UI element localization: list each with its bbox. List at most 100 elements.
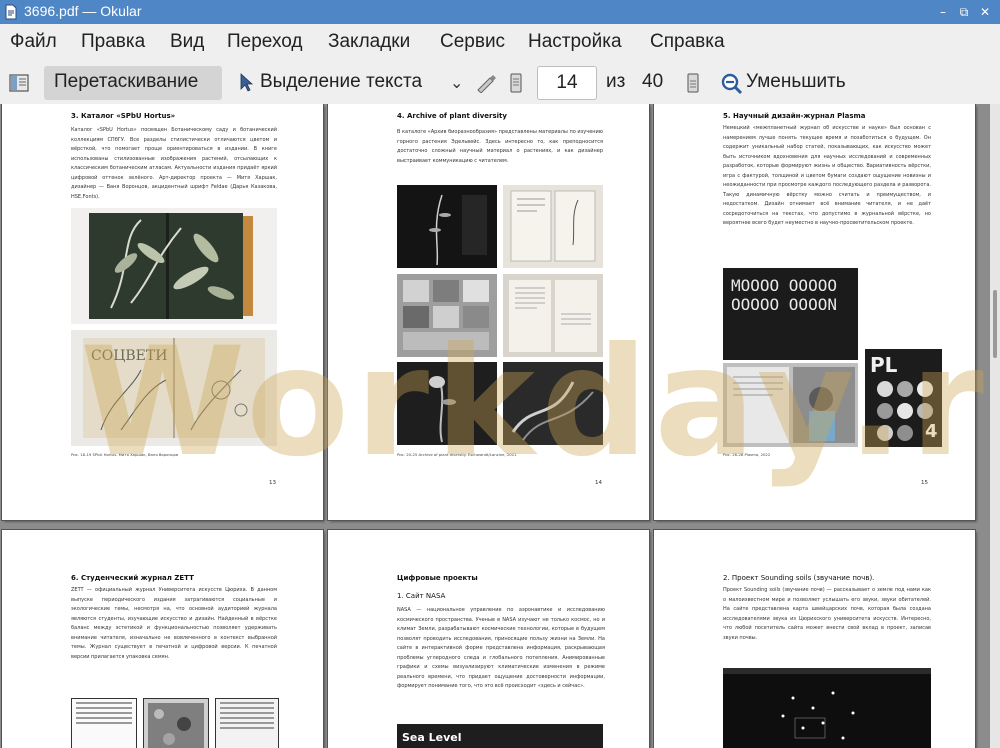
archive-image-2 [503, 185, 603, 268]
menu-bookmarks[interactable]: Закладки [328, 31, 410, 53]
annotate-button[interactable] [472, 66, 500, 100]
zett-image-2 [143, 698, 209, 748]
zoom-out-button[interactable]: Уменьшить [718, 66, 864, 100]
sidebar-icon [9, 74, 29, 92]
menu-settings[interactable]: Настройка [528, 31, 622, 53]
page-17: Цифровые проекты 1. Сайт NASA NASA — нац… [328, 530, 649, 748]
text-select-tool-button[interactable]: Выделение текста ⌄ [234, 66, 472, 100]
page-up-icon [510, 73, 522, 93]
scrollbar-thumb[interactable] [993, 290, 997, 358]
hortus-book-illustration [89, 213, 253, 319]
hortus-book-image-2: СОЦВЕТИ [71, 330, 277, 446]
minimize-icon[interactable]: – [934, 3, 952, 21]
text-line [76, 722, 132, 724]
text-line [220, 722, 274, 724]
svg-text:СОЦВЕТИ: СОЦВЕТИ [91, 348, 167, 364]
text-line [76, 717, 132, 719]
document-viewport[interactable]: 3. Каталог «SPbU Hortus» Каталог «SPbU H… [0, 104, 990, 748]
main-toolbar: Перетаскивание Выделение текста ⌄ 14 из … [0, 62, 1000, 105]
page-text: Каталог «SPbU Hortus» посвящен Ботаничес… [71, 127, 277, 200]
menu-bar: Файл Правка Вид Переход Закладки Сервис … [0, 24, 1000, 62]
text-line [220, 727, 274, 729]
text-line [220, 717, 274, 719]
zoom-out-icon [721, 73, 743, 95]
menu-file[interactable]: Файл [10, 31, 57, 53]
page-text: Немецкий «межпланетный журнал об искусст… [723, 125, 931, 226]
previous-page-button[interactable] [505, 66, 527, 100]
page-heading: 6. Студенческий журнал ZETT [71, 574, 194, 582]
page-number: 13 [269, 480, 276, 486]
figure-caption: Рис. 18-19 SPbU Hortus. Митя Харшак, Ван… [71, 452, 179, 457]
restore-icon[interactable]: ⧉ [955, 3, 973, 21]
window-title: 3696.pdf — Okular [24, 3, 142, 19]
title-bar: 3696.pdf — Okular – ⧉ ✕ [0, 0, 1000, 24]
page-heading: Цифровые проекты [397, 574, 478, 582]
zoom-out-label: Уменьшить [746, 71, 846, 92]
archive-page-illustration [510, 190, 596, 262]
text-line [220, 707, 274, 709]
menu-help[interactable]: Справка [650, 31, 725, 53]
hortus-spread-illustration: СОЦВЕТИ [83, 338, 265, 438]
page-16: 6. Студенческий журнал ZETT ZETT — офици… [2, 530, 323, 748]
menu-tools[interactable]: Сервис [440, 31, 505, 53]
plant-specimen-illustration [429, 194, 487, 266]
plasma-letters: MOOOO OOOOO OOOOO OOOON [731, 276, 837, 314]
archive-image-3 [397, 274, 497, 357]
page-number: 14 [595, 480, 602, 486]
sidebar-toggle-button[interactable] [4, 66, 34, 100]
vertical-scrollbar[interactable] [990, 104, 1000, 748]
page-of-label: из [606, 71, 626, 92]
archive-dark-plant-illustration [429, 376, 456, 443]
nasa-image: Sea Level [397, 724, 603, 748]
chevron-down-icon[interactable]: ⌄ [450, 73, 463, 92]
zett-image-3 [215, 698, 279, 748]
text-line [76, 712, 132, 714]
archive-image-4 [503, 274, 603, 357]
plasma-image-1: MOOOO OOOOO OOOOO OOOON [723, 268, 858, 360]
text-line [220, 712, 274, 714]
plasma-issue-number: 4 [925, 421, 938, 442]
figure-caption: Рис. 26-28 Plasma, 2022 [723, 452, 771, 457]
menu-go[interactable]: Переход [227, 31, 302, 53]
close-icon[interactable]: ✕ [976, 3, 994, 21]
page-text: В каталоге «Архив биоразнообразия» предс… [397, 129, 603, 164]
page-down-icon [687, 73, 699, 93]
archive-grid-illustration [403, 280, 489, 350]
hortus-book-image-1 [71, 208, 277, 324]
page-total-label: 40 [642, 71, 664, 92]
archive-image-5 [397, 362, 497, 445]
archive-image-6 [503, 362, 603, 445]
page-15: 5. Научный дизайн-журнал Plasma Немецкий… [654, 104, 975, 520]
browse-tool-button[interactable]: Перетаскивание [44, 66, 222, 100]
page-number: 15 [921, 480, 928, 486]
figure-caption: Рис. 20-25 Archive of plant diversity. E… [397, 452, 517, 457]
page-subheading: 1. Сайт NASA [397, 592, 446, 600]
menu-edit[interactable]: Правка [81, 31, 145, 53]
archive-text-spread-illustration [509, 280, 597, 352]
text-select-tool-label: Выделение текста [260, 71, 423, 92]
text-line [76, 702, 132, 704]
document-icon [5, 4, 17, 20]
next-page-button[interactable] [682, 66, 704, 100]
page-text: NASA — национальное управление по аэрона… [397, 607, 605, 689]
page-14: 4. Archive of plant diversity В каталоге… [328, 104, 649, 520]
zett-texture-illustration [148, 703, 204, 748]
page-heading: 4. Archive of plant diversity [397, 112, 507, 120]
browse-tool-label: Перетаскивание [54, 71, 199, 92]
plasma-image-2 [723, 363, 858, 447]
page-heading: 2. Проект Sounding soils (звучание почв)… [723, 574, 875, 582]
page-text: Проект Sounding soils (звучание почв) — … [723, 587, 931, 641]
page-number-input[interactable]: 14 [537, 66, 597, 100]
text-line [220, 702, 274, 704]
page-18: 2. Проект Sounding soils (звучание почв)… [654, 530, 975, 748]
zett-image-1 [71, 698, 137, 748]
page-heading: 5. Научный дизайн-журнал Plasma [723, 112, 866, 120]
menu-view[interactable]: Вид [170, 31, 204, 53]
plasma-spread-illustration [727, 367, 855, 443]
cursor-icon [240, 73, 253, 92]
nasa-image-label: Sea Level [402, 731, 462, 744]
soil-map-illustration [723, 668, 931, 740]
text-line [76, 707, 132, 709]
pen-icon [477, 75, 496, 93]
archive-fold-illustration [511, 381, 594, 441]
